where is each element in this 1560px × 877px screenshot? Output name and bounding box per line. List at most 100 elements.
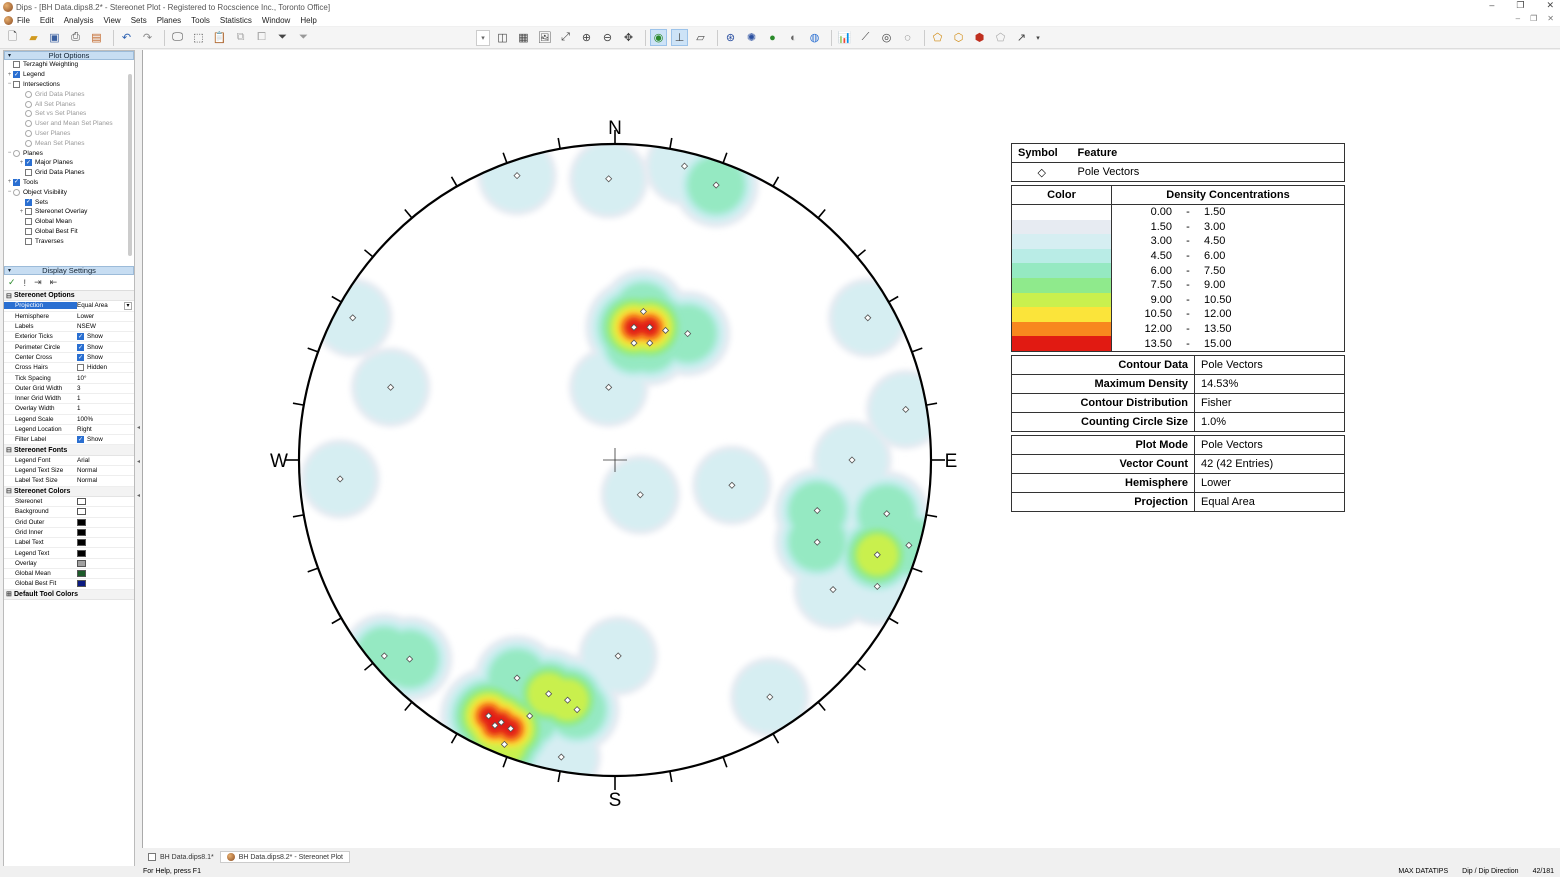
expand-icon[interactable]: ⊞ xyxy=(6,590,14,598)
sphere-icon[interactable]: ● xyxy=(764,29,781,46)
checkbox[interactable]: ✓ xyxy=(13,71,20,79)
close-icon[interactable]: ✕ xyxy=(1546,0,1554,11)
radio-button[interactable] xyxy=(13,188,20,196)
property-group[interactable]: ⊟ Stereonet Options xyxy=(4,291,134,302)
tree-item[interactable]: User Planes xyxy=(4,129,134,139)
property-row[interactable]: Grid Inner xyxy=(4,528,134,539)
color-swatch[interactable] xyxy=(77,518,86,526)
color-swatch[interactable] xyxy=(77,570,86,578)
expand-icon[interactable]: + xyxy=(6,72,13,78)
property-row[interactable]: Outer Grid Width 3 xyxy=(4,384,134,394)
property-value[interactable]: Hidden xyxy=(77,364,134,372)
pan-icon[interactable]: ✥ xyxy=(620,29,637,46)
minimize-icon[interactable]: – xyxy=(1489,0,1494,11)
import-settings-icon[interactable]: ⇥ xyxy=(34,277,42,288)
tree-item[interactable]: Mean Set Planes xyxy=(4,138,134,148)
property-group[interactable]: ⊟ Stereonet Fonts xyxy=(4,445,134,456)
display-icon[interactable]: 🖵 xyxy=(169,29,186,46)
property-value[interactable]: Arial xyxy=(77,457,134,464)
tree-scrollbar[interactable] xyxy=(128,74,132,256)
collapse-icon[interactable]: ⊟ xyxy=(6,487,14,495)
property-row[interactable]: Center Cross ✓ Show xyxy=(4,353,134,364)
color-swatch[interactable] xyxy=(77,539,86,547)
property-value[interactable]: Equal Area ▾ xyxy=(77,301,134,310)
collapse-icon[interactable]: − xyxy=(6,189,13,195)
radio-button[interactable] xyxy=(25,139,32,147)
paste-icon[interactable]: ⧠ xyxy=(253,29,270,46)
property-value[interactable] xyxy=(77,580,134,588)
set-window-options-icon[interactable]: ⬠ xyxy=(992,29,1009,46)
checkbox[interactable] xyxy=(13,61,20,69)
property-row[interactable]: Overlay xyxy=(4,559,134,570)
print-icon[interactable]: ⎙ xyxy=(67,29,84,46)
property-value[interactable]: 3 xyxy=(77,385,134,392)
checkbox[interactable] xyxy=(25,237,32,245)
line-tool-icon[interactable]: ⟋ xyxy=(857,29,874,46)
property-row[interactable]: Legend Text xyxy=(4,548,134,559)
tree-item[interactable]: − Object Visibility xyxy=(4,187,134,197)
apply-check-icon[interactable]: ✓ xyxy=(8,277,16,288)
tree-item[interactable]: ✓ Sets xyxy=(4,197,134,207)
tree-item[interactable]: Terzaghi Weighting xyxy=(4,60,134,70)
property-row[interactable]: Legend Scale 100% xyxy=(4,415,134,425)
property-row[interactable]: Exterior Ticks ✓ Show xyxy=(4,332,134,343)
tree-item[interactable]: Global Best Fit xyxy=(4,227,134,237)
property-value[interactable] xyxy=(77,498,134,506)
property-value[interactable] xyxy=(77,549,134,557)
radio-button[interactable] xyxy=(25,120,32,128)
checkbox[interactable]: ✓ xyxy=(25,198,32,206)
property-row[interactable]: Legend Location Right xyxy=(4,425,134,436)
property-value[interactable]: ✓ Show xyxy=(77,353,134,361)
expand-icon[interactable]: + xyxy=(18,209,25,215)
property-row[interactable]: Label Text Size Normal xyxy=(4,476,134,487)
checkbox[interactable]: ✓ xyxy=(77,436,84,444)
menu-edit[interactable]: Edit xyxy=(40,16,54,25)
hemisphere-icon[interactable]: ◐ xyxy=(785,29,802,46)
property-value[interactable]: ✓ Show xyxy=(77,343,134,351)
display-settings-header[interactable]: ▾ Display Settings xyxy=(4,266,134,275)
property-row[interactable]: Grid Outer xyxy=(4,518,134,528)
cone-tool-icon[interactable]: ◎ xyxy=(878,29,895,46)
pole-plot-icon[interactable]: ⊥ xyxy=(671,29,688,46)
property-value[interactable]: Right xyxy=(77,426,134,433)
property-value[interactable] xyxy=(77,518,134,526)
expand-icon[interactable]: + xyxy=(6,179,13,185)
property-group[interactable]: ⊟ Stereonet Colors xyxy=(4,486,134,497)
property-row[interactable]: Legend Font Arial xyxy=(4,456,134,467)
menu-analysis[interactable]: Analysis xyxy=(64,16,94,25)
radio-button[interactable] xyxy=(25,90,32,98)
filter-settings-icon[interactable]: ⏷ xyxy=(295,29,312,46)
checkbox[interactable] xyxy=(25,208,32,216)
property-row[interactable]: Tick Spacing 10° xyxy=(4,373,134,384)
toolbar-dropdown[interactable]: ▾ xyxy=(476,29,490,46)
mdi-restore-icon[interactable]: ❐ xyxy=(1530,14,1537,23)
menu-file[interactable]: File xyxy=(17,16,30,25)
tree-item[interactable]: − Planes xyxy=(4,148,134,158)
tree-item[interactable]: Global Mean xyxy=(4,217,134,227)
document-menu-icon[interactable] xyxy=(4,15,13,25)
stereonet-plot[interactable]: N S E W xyxy=(143,50,1560,848)
checkbox[interactable]: ✓ xyxy=(77,333,84,341)
property-value[interactable]: ✓ Show xyxy=(77,333,134,341)
expand-icon[interactable]: + xyxy=(18,160,25,166)
property-row[interactable]: Labels NSEW xyxy=(4,322,134,333)
color-swatch[interactable] xyxy=(77,528,86,536)
zoom-in-icon[interactable]: ⊕ xyxy=(578,29,595,46)
mdi-minimize-icon[interactable]: – xyxy=(1516,14,1520,23)
filter-icon[interactable]: ⏷ xyxy=(274,29,291,46)
collapse-caret-icon[interactable]: ▾ xyxy=(8,52,11,60)
property-value[interactable]: 10° xyxy=(77,375,134,382)
dropdown-arrow-icon[interactable]: ▾ xyxy=(124,301,132,310)
collapse-icon[interactable]: − xyxy=(6,150,13,156)
tree-item[interactable]: User and Mean Set Planes xyxy=(4,119,134,129)
tree-item[interactable]: + ✓ Major Planes xyxy=(4,158,134,168)
property-value[interactable] xyxy=(77,539,134,547)
collapse-caret-icon[interactable]: ▾ xyxy=(8,267,11,275)
property-row[interactable]: Label Text xyxy=(4,538,134,549)
property-row[interactable]: Global Mean xyxy=(4,569,134,580)
property-value[interactable]: 1 xyxy=(77,405,134,412)
chart-icon[interactable]: 📊 xyxy=(836,29,853,46)
save-icon[interactable]: ▣ xyxy=(46,29,63,46)
document-tab[interactable]: BH Data.dips8.1* xyxy=(142,851,220,863)
mdi-close-icon[interactable]: ✕ xyxy=(1547,14,1554,23)
